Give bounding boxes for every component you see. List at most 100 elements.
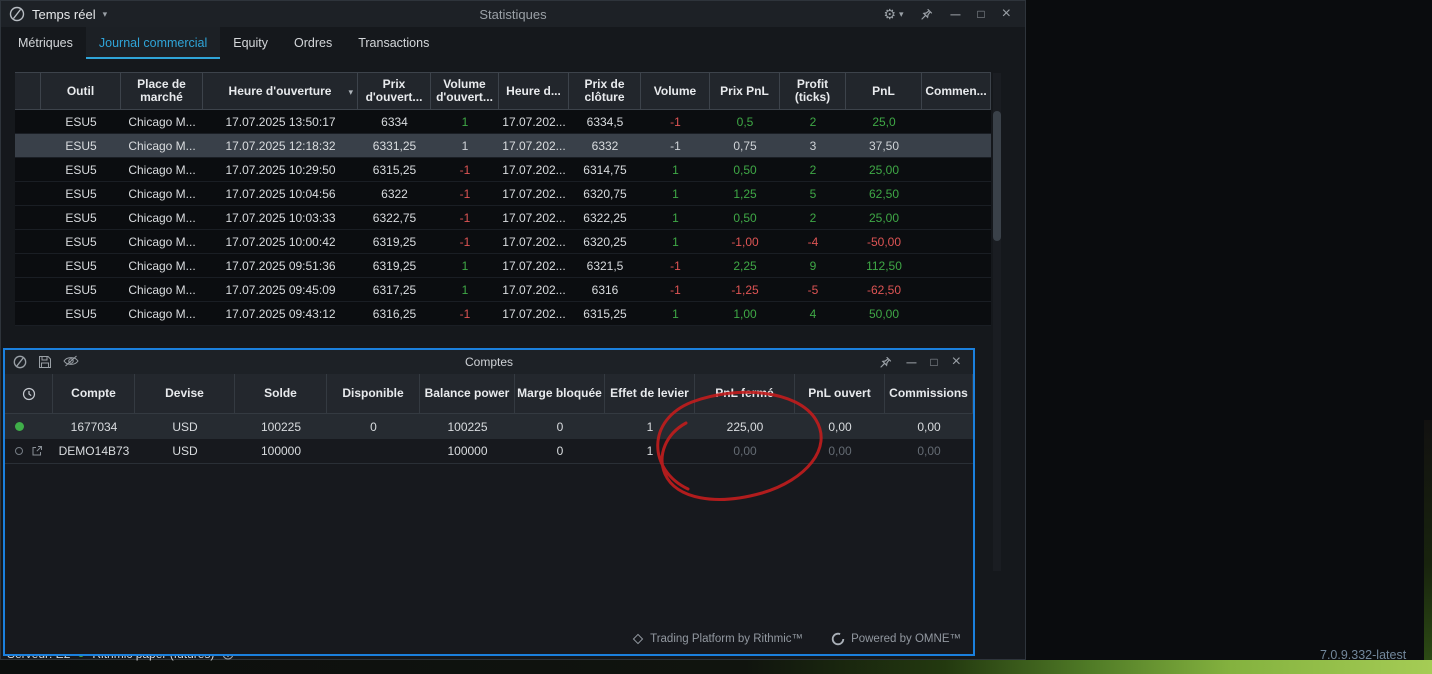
cell: -4 <box>780 230 846 253</box>
tab-m-triques[interactable]: Métriques <box>5 27 86 59</box>
cell: 6317,25 <box>358 278 431 301</box>
trades-column-profit-ticks[interactable]: Profit (ticks) <box>780 73 846 109</box>
account-active-dot <box>15 422 24 431</box>
trades-table-header: OutilPlace de marchéHeure d'ouverture▾Pr… <box>15 72 991 110</box>
trade-row[interactable]: ESU5Chicago M...17.07.2025 10:00:426319,… <box>15 230 991 254</box>
cell: 17.07.2025 13:50:17 <box>203 110 358 133</box>
minimize-button[interactable]: ─ <box>950 6 960 22</box>
cell: 25,00 <box>846 206 922 229</box>
trades-column-place-de-march[interactable]: Place de marché <box>121 73 203 109</box>
sort-filter-caret-icon[interactable]: ▾ <box>348 86 353 99</box>
cell: -1 <box>431 158 499 181</box>
pin-icon <box>920 8 933 21</box>
accounts-column-disponible[interactable]: Disponible <box>327 374 420 413</box>
cell: 6314,75 <box>569 158 641 181</box>
cell: 100000 <box>420 439 515 463</box>
maximize-button[interactable]: □ <box>977 7 984 21</box>
cell: 1 <box>641 302 710 325</box>
cell: -1 <box>431 230 499 253</box>
cell: 1677034 <box>53 414 135 439</box>
cell: 6319,25 <box>358 254 431 277</box>
cell: 6321,5 <box>569 254 641 277</box>
cell <box>15 278 41 301</box>
cell: 6322 <box>358 182 431 205</box>
tab-journal-commercial[interactable]: Journal commercial <box>86 27 220 59</box>
window-controls: ⚙ ▾ ─ □ × <box>883 5 1017 23</box>
hide-columns-button[interactable] <box>63 355 79 369</box>
cell <box>922 182 991 205</box>
accounts-column-devise[interactable]: Devise <box>135 374 235 413</box>
trades-column-heure-d[interactable]: Heure d... <box>499 73 569 109</box>
trade-row[interactable]: ESU5Chicago M...17.07.2025 09:43:126316,… <box>15 302 991 326</box>
trades-column-commen[interactable]: Commen... <box>922 73 991 109</box>
scrollbar-thumb[interactable] <box>993 111 1001 241</box>
account-row[interactable]: DEMO14B73USD100000100000010,000,000,00 <box>5 439 973 464</box>
vertical-scrollbar[interactable] <box>993 73 1001 571</box>
cell <box>15 254 41 277</box>
trades-column-volume-d-ouvert[interactable]: Volume d'ouvert... <box>431 73 499 109</box>
accounts-column-marge-bloqu-e[interactable]: Marge bloquée <box>515 374 605 413</box>
trade-row[interactable]: ESU5Chicago M...17.07.2025 12:18:326331,… <box>15 134 991 158</box>
cell: 17.07.2025 10:00:42 <box>203 230 358 253</box>
trades-column-volume[interactable]: Volume <box>641 73 710 109</box>
gear-icon: ⚙ <box>883 6 896 23</box>
cell: 0,50 <box>710 158 780 181</box>
close-button[interactable]: × <box>952 353 961 371</box>
accounts-column-balance-power[interactable]: Balance power <box>420 374 515 413</box>
accounts-table-body: 1677034USD100225010022501225,000,000,00D… <box>5 414 973 464</box>
trades-column-indicator[interactable] <box>15 73 41 109</box>
close-button[interactable]: × <box>1002 5 1011 23</box>
desktop: 7.0.9.332-latest Temps réel ▾ Statistiqu… <box>0 0 1432 674</box>
trades-column-pnl[interactable]: PnL <box>846 73 922 109</box>
window-title: Statistiques <box>1 7 1025 22</box>
trades-column-outil[interactable]: Outil <box>41 73 121 109</box>
tab-equity[interactable]: Equity <box>220 27 281 59</box>
trades-column-prix-d-ouvert[interactable]: Prix d'ouvert... <box>358 73 431 109</box>
cell: 62,50 <box>846 182 922 205</box>
cell: 17.07.2025 09:51:36 <box>203 254 358 277</box>
cell <box>15 182 41 205</box>
accounts-column-compte[interactable]: Compte <box>53 374 135 413</box>
maximize-button[interactable]: □ <box>930 355 937 369</box>
cell: 0 <box>327 414 420 439</box>
cell: 2 <box>780 206 846 229</box>
pin-button[interactable] <box>879 356 892 369</box>
pin-button[interactable] <box>920 8 933 21</box>
accounts-column-indicator[interactable] <box>5 374 53 413</box>
cell: ESU5 <box>41 254 121 277</box>
accounts-column-effet-de-levier[interactable]: Effet de levier <box>605 374 695 413</box>
account-row[interactable]: 1677034USD100225010022501225,000,000,00 <box>5 414 973 439</box>
cell: ESU5 <box>41 206 121 229</box>
trades-column-prix-pnl[interactable]: Prix PnL <box>710 73 780 109</box>
accounts-table-header: CompteDeviseSoldeDisponibleBalance power… <box>5 374 973 414</box>
minimize-button[interactable]: ─ <box>906 354 916 370</box>
accounts-column-solde[interactable]: Solde <box>235 374 327 413</box>
trade-row[interactable]: ESU5Chicago M...17.07.2025 13:50:1763341… <box>15 110 991 134</box>
cell: 17.07.2025 10:04:56 <box>203 182 358 205</box>
cell: 17.07.202... <box>499 158 569 181</box>
tab-transactions[interactable]: Transactions <box>345 27 442 59</box>
trade-row[interactable]: ESU5Chicago M...17.07.2025 10:29:506315,… <box>15 158 991 182</box>
trades-column-prix-de-cl-ture[interactable]: Prix de clôture <box>569 73 641 109</box>
settings-button[interactable]: ⚙ ▾ <box>883 6 903 23</box>
cell <box>922 230 991 253</box>
trade-row[interactable]: ESU5Chicago M...17.07.2025 10:04:566322-… <box>15 182 991 206</box>
trades-column-heure-d-ouverture[interactable]: Heure d'ouverture▾ <box>203 73 358 109</box>
accounts-column-commissions[interactable]: Commissions <box>885 374 973 413</box>
cell: -62,50 <box>846 278 922 301</box>
cell: -5 <box>780 278 846 301</box>
cell <box>922 254 991 277</box>
accounts-window-controls: ─ □ × <box>879 353 965 371</box>
cell: 1 <box>431 278 499 301</box>
trade-row[interactable]: ESU5Chicago M...17.07.2025 09:45:096317,… <box>15 278 991 302</box>
save-button[interactable] <box>38 355 52 369</box>
cell: 6322,25 <box>569 206 641 229</box>
tab-ordres[interactable]: Ordres <box>281 27 345 59</box>
workspace-selector[interactable]: Temps réel ▾ <box>9 6 107 22</box>
external-link-icon[interactable] <box>31 445 43 457</box>
accounts-column-pnl-ouvert[interactable]: PnL ouvert <box>795 374 885 413</box>
accounts-column-pnl-ferm[interactable]: PnL fermé <box>695 374 795 413</box>
cell: USD <box>135 439 235 463</box>
trade-row[interactable]: ESU5Chicago M...17.07.2025 10:03:336322,… <box>15 206 991 230</box>
trade-row[interactable]: ESU5Chicago M...17.07.2025 09:51:366319,… <box>15 254 991 278</box>
